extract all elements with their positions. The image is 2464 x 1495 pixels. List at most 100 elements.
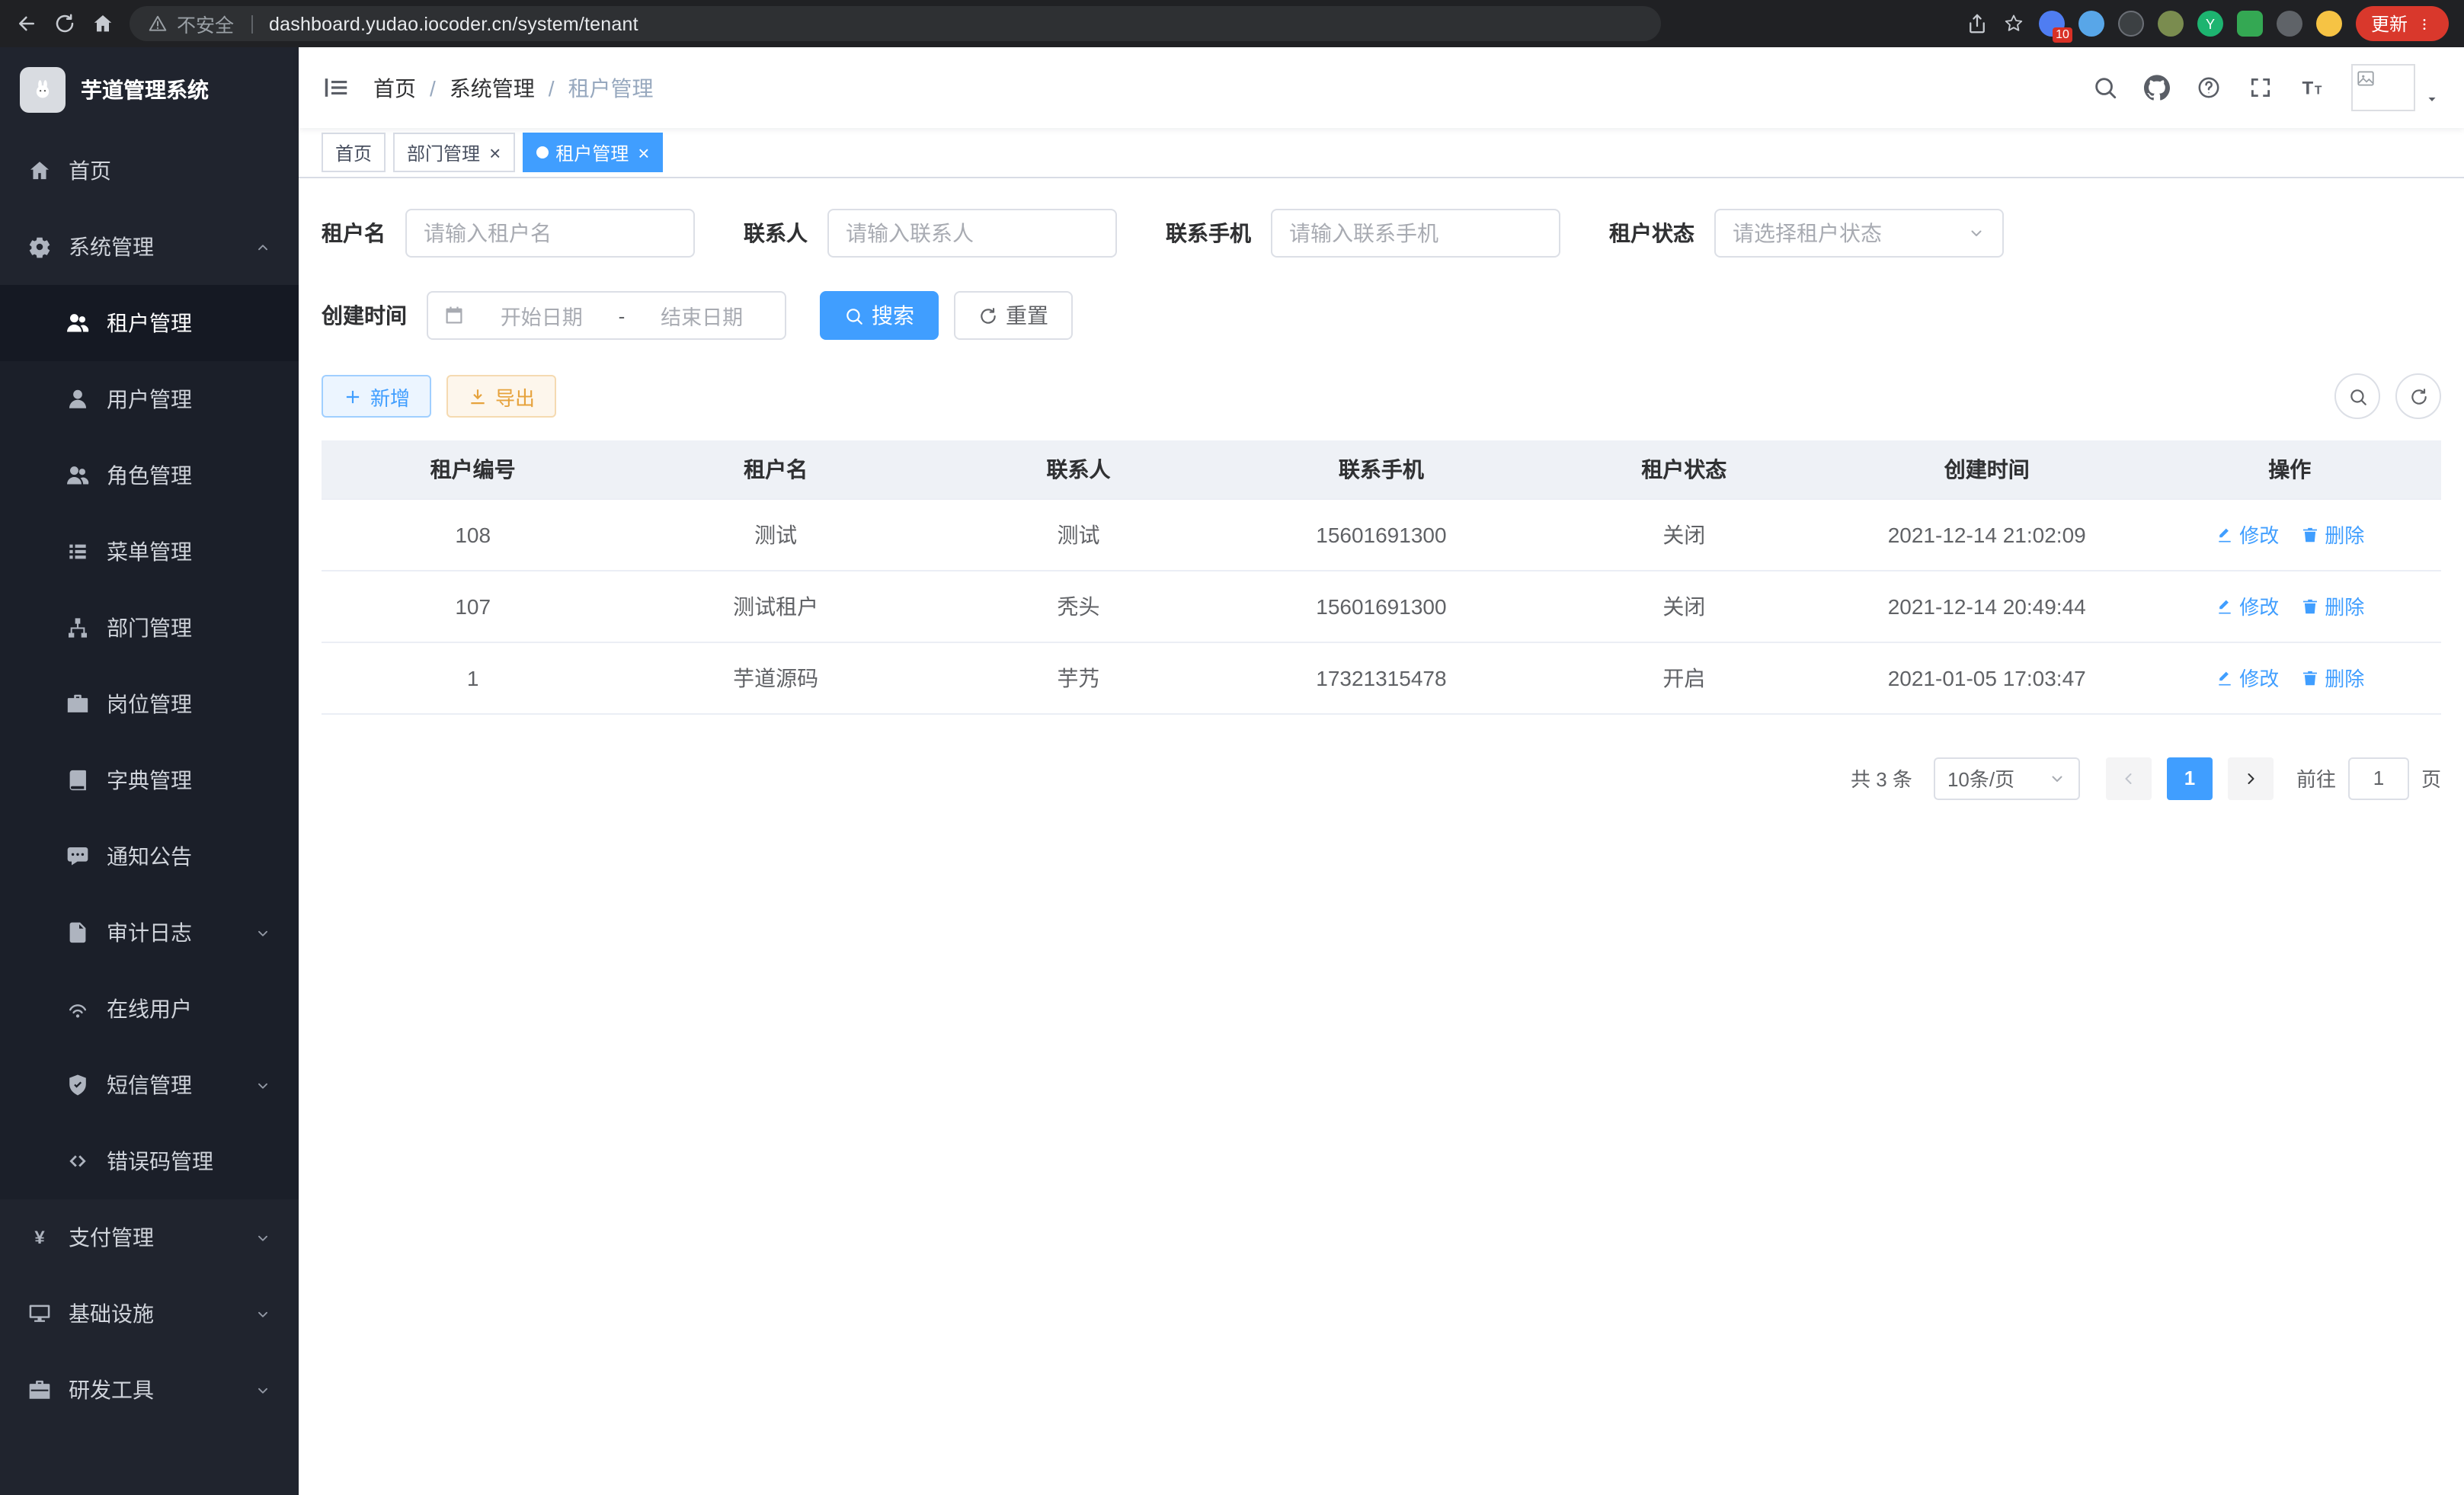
screen: 不安全 dashboard.yudao.iocoder.cn/system/te… [0,0,2464,1495]
sidebar-item-notice[interactable]: 通知公告 [0,818,299,895]
extension-icon-2[interactable] [2078,11,2104,37]
tag-tabs-bar: 首页部门管理×租户管理× [299,128,2464,178]
page-number-1[interactable]: 1 [2167,757,2213,799]
export-button[interactable]: 导出 [446,375,556,418]
cell-created: 2021-12-14 21:02:09 [1835,498,2138,570]
chevron-down-icon [254,1305,271,1322]
tree-icon [66,616,90,640]
sidebar-item-error-code[interactable]: 错误码管理 [0,1123,299,1199]
edit-icon [2215,597,2233,615]
top-navbar: 首页/系统管理/租户管理 TT [299,47,2464,128]
sidebar-item-tenant[interactable]: 租户管理 [0,285,299,361]
extension-icon-4[interactable] [2158,11,2184,37]
help-icon[interactable] [2196,75,2222,101]
delete-icon [2300,525,2318,543]
tenant-status-select[interactable]: 请选择租户状态 [1714,209,2004,258]
chevron-down-icon [254,924,271,941]
refresh-table-button[interactable] [2395,373,2441,419]
sidebar-item-dict[interactable]: 字典管理 [0,742,299,818]
delete-link[interactable]: 删除 [2300,663,2364,692]
browser-menu-icon[interactable] [2415,14,2434,33]
font-size-icon[interactable]: TT [2299,75,2325,101]
reset-button[interactable]: 重置 [954,291,1073,340]
sidebar-item-user[interactable]: 用户管理 [0,361,299,437]
edit-link[interactable]: 修改 [2215,591,2279,620]
edit-link[interactable]: 修改 [2215,520,2279,549]
add-button[interactable]: 新增 [322,375,431,418]
contact-input[interactable] [827,209,1117,258]
tab-home[interactable]: 首页 [322,133,386,172]
code-icon [66,1149,90,1173]
tab-tenant[interactable]: 租户管理× [522,133,663,172]
sidebar-item-online-user[interactable]: 在线用户 [0,971,299,1047]
total-count-label: 共 3 条 [1851,764,1912,792]
home-icon [27,158,52,183]
megaphone-icon [66,844,90,869]
goto-page-input[interactable] [2348,757,2409,799]
chevron-down-icon [2048,769,2066,787]
delete-label: 删除 [2325,591,2364,620]
sidebar-item-dept[interactable]: 部门管理 [0,590,299,666]
bookmark-star-icon[interactable] [2002,12,2025,35]
toolbar-right [2334,373,2441,419]
close-tab-icon[interactable]: × [489,142,501,162]
app-logo-row[interactable]: 芋道管理系统 [0,47,299,133]
browser-refresh-icon[interactable] [53,12,76,35]
sidebar-item-menu[interactable]: 菜单管理 [0,514,299,590]
delete-link[interactable]: 删除 [2300,591,2364,620]
github-icon[interactable] [2144,75,2170,101]
tab-dept[interactable]: 部门管理× [393,133,514,172]
table-row: 1芋道源码芋艿17321315478开启2021-01-05 17:03:47修… [322,642,2441,713]
sidebar-item-audit-log[interactable]: 审计日志 [0,895,299,971]
browser-home-icon[interactable] [91,12,114,35]
yen-icon: ¥ [27,1225,52,1250]
next-page-button[interactable] [2228,757,2274,799]
sidebar-item-role[interactable]: 角色管理 [0,437,299,514]
close-tab-icon[interactable]: × [638,142,649,162]
breadcrumb-item[interactable]: 首页 [373,72,416,103]
sidebar-item-pay[interactable]: ¥支付管理 [0,1199,299,1276]
sidebar-item-infra[interactable]: 基础设施 [0,1276,299,1352]
sidebar-item-label: 首页 [69,155,111,186]
search-button[interactable]: 搜索 [820,291,939,340]
share-icon[interactable] [1966,12,1989,35]
extension-icon-5[interactable]: Y [2197,11,2223,37]
phone-input[interactable] [1271,209,1560,258]
sidebar-item-post[interactable]: 岗位管理 [0,666,299,742]
tenant-name-input[interactable] [405,209,695,258]
extension-icon-6[interactable] [2237,11,2263,37]
sidebar-item-dev-tools[interactable]: 研发工具 [0,1352,299,1428]
sidebar-item-sms[interactable]: 短信管理 [0,1047,299,1123]
edit-label: 修改 [2239,591,2279,620]
page-size-select[interactable]: 10条/页 [1934,757,2080,799]
fullscreen-icon[interactable] [2248,75,2274,101]
sidebar-item-system[interactable]: 系统管理 [0,209,299,285]
toggle-search-button[interactable] [2334,373,2380,419]
user-avatar-menu[interactable] [2351,64,2441,111]
edit-link[interactable]: 修改 [2215,663,2279,692]
prev-page-button[interactable] [2106,757,2152,799]
main-area: 首页/系统管理/租户管理 TT 首页部门管理×租户管理× [299,47,2464,1495]
browser-back-icon[interactable] [15,12,38,35]
create-time-range-picker[interactable]: 开始日期 - 结束日期 [427,291,786,340]
svg-text:¥: ¥ [34,1228,45,1248]
cell-phone: 15601691300 [1230,570,1532,642]
delete-link[interactable]: 删除 [2300,520,2364,549]
sidebar-item-home[interactable]: 首页 [0,133,299,209]
profile-avatar-icon[interactable] [2316,11,2342,37]
download-icon [468,386,488,406]
role-icon [66,463,90,488]
extension-icon-3[interactable] [2118,11,2144,37]
sidebar-item-label: 通知公告 [107,841,192,872]
header-search-icon[interactable] [2092,75,2118,101]
column-header: 创建时间 [1835,440,2138,498]
address-bar[interactable]: 不安全 dashboard.yudao.iocoder.cn/system/te… [130,6,1661,41]
cell-actions: 修改删除 [2138,498,2441,570]
extension-icon-1[interactable]: 10 [2039,11,2065,37]
breadcrumb-item[interactable]: 系统管理 [450,72,535,103]
extension-puzzle-icon[interactable] [2277,11,2302,37]
active-tab-dot [536,146,548,158]
browser-update-button[interactable]: 更新 [2356,6,2449,41]
sidebar-item-label: 审计日志 [107,917,192,948]
collapse-sidebar-icon[interactable] [322,73,350,102]
